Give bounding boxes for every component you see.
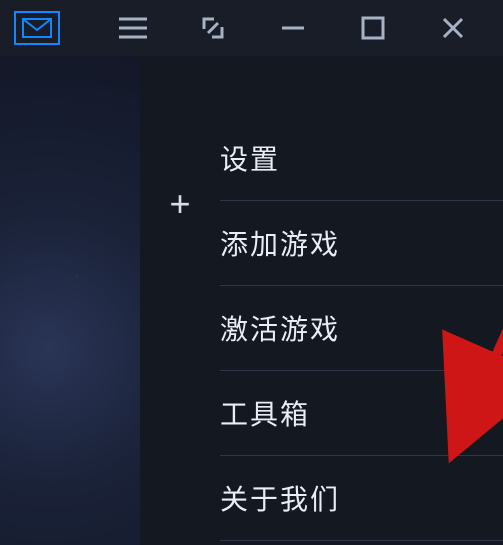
- menu-item-label: 设置: [220, 144, 280, 175]
- menu-item-toolbox[interactable]: 工具箱: [220, 370, 503, 455]
- maximize-button[interactable]: [353, 8, 393, 48]
- menu-item-label: 添加游戏: [220, 229, 340, 260]
- minimize-button[interactable]: [273, 8, 313, 48]
- menu-item-activate[interactable]: 激活游戏: [220, 285, 503, 370]
- hamburger-icon: [119, 16, 147, 40]
- close-button[interactable]: [433, 8, 473, 48]
- window-titlebar: [0, 0, 503, 56]
- menu-item-add-game[interactable]: 添加游戏: [220, 200, 503, 285]
- plus-column: +: [140, 56, 220, 545]
- menu-item-label: 关于我们: [220, 484, 340, 515]
- close-icon: [441, 16, 465, 40]
- maximize-icon: [361, 16, 385, 40]
- menu-item-settings[interactable]: 设置: [220, 116, 503, 200]
- left-panel-artwork: [0, 56, 140, 545]
- mail-icon: [22, 18, 52, 38]
- mail-button[interactable]: [14, 11, 60, 45]
- dropdown-panel: + 设置 添加游戏 激活游戏 工具箱 关于我们 意见反馈: [140, 56, 503, 545]
- minimize-icon: [280, 15, 306, 41]
- hamburger-menu-button[interactable]: [113, 8, 153, 48]
- menu-item-about[interactable]: 关于我们: [220, 455, 503, 540]
- menu-item-label: 激活游戏: [220, 314, 340, 345]
- menu-item-feedback[interactable]: 意见反馈: [220, 540, 503, 545]
- app-body: + 设置 添加游戏 激活游戏 工具箱 关于我们 意见反馈: [0, 56, 503, 545]
- add-button[interactable]: +: [169, 186, 190, 222]
- menu-item-label: 工具箱: [220, 399, 310, 430]
- main-menu: 设置 添加游戏 激活游戏 工具箱 关于我们 意见反馈: [220, 56, 503, 545]
- restore-down-icon: [200, 15, 226, 41]
- restore-down-button[interactable]: [193, 8, 233, 48]
